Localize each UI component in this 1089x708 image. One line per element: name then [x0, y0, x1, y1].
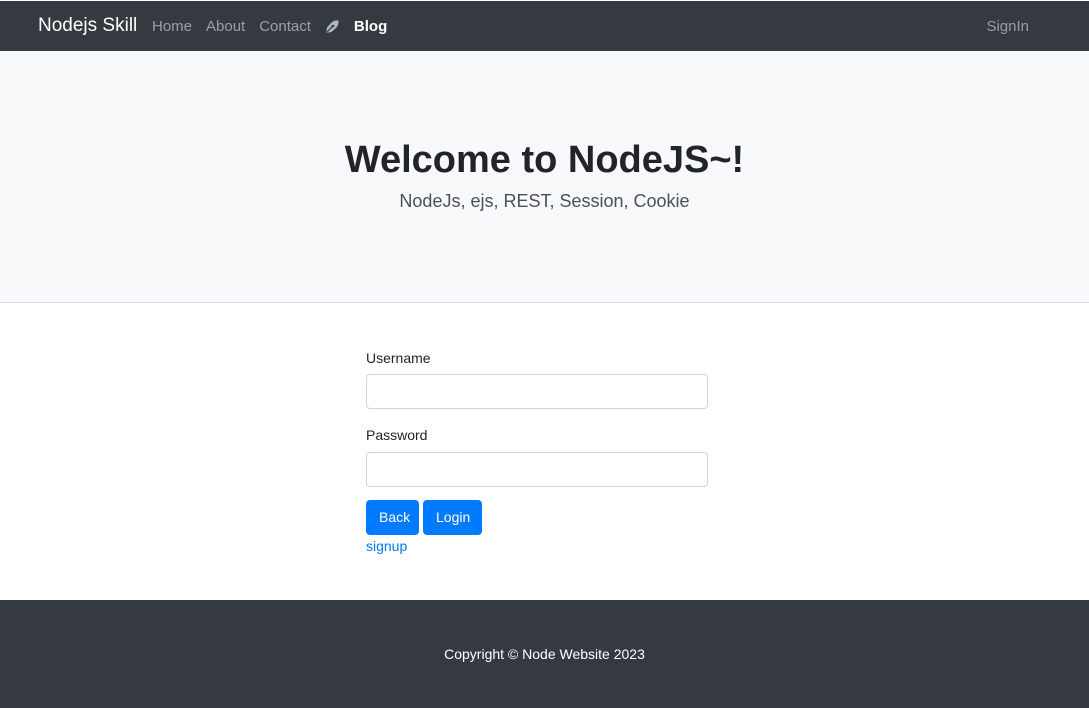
nav-about-link[interactable]: About: [206, 18, 245, 35]
nav-blog-link[interactable]: Blog: [354, 18, 387, 35]
jumbotron: Welcome to NodeJS~! NodeJs, ejs, REST, S…: [0, 51, 1089, 303]
nav-contact-link[interactable]: Contact: [259, 18, 311, 35]
nav-home-link[interactable]: Home: [152, 18, 192, 35]
nav-links: Home About Contact Blog: [152, 18, 401, 35]
login-button[interactable]: Login: [423, 500, 482, 535]
back-button[interactable]: Back: [366, 500, 419, 535]
navbar: Nodejs Skill Home About Contact Blog Sig…: [0, 0, 1089, 51]
page-subtitle: NodeJs, ejs, REST, Session, Cookie: [399, 191, 690, 211]
signin-link[interactable]: SignIn: [986, 18, 1029, 35]
footer: Copyright © Node Website 2023: [0, 600, 1089, 708]
page-title: Welcome to NodeJS~!: [344, 139, 745, 181]
brand-link[interactable]: Nodejs Skill: [38, 15, 137, 37]
signup-link[interactable]: signup: [366, 538, 407, 554]
username-input[interactable]: [366, 374, 708, 409]
footer-copyright: Copyright © Node Website 2023: [444, 646, 645, 662]
password-label: Password: [366, 427, 428, 443]
password-input[interactable]: [366, 452, 708, 487]
username-label: Username: [366, 350, 431, 366]
pen-icon: [325, 19, 339, 33]
